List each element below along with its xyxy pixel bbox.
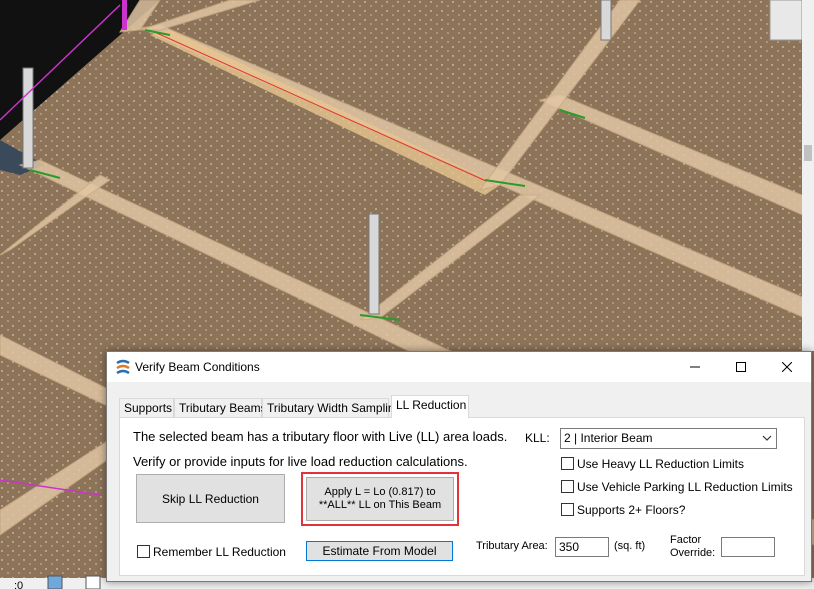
supports-floors-label: Supports 2+ Floors? [577, 503, 686, 517]
dialog-title: Verify Beam Conditions [135, 360, 260, 374]
remember-checkbox[interactable] [137, 545, 150, 558]
ll-reduction-panel: The selected beam has a tributary floor … [119, 417, 805, 576]
close-button[interactable] [765, 352, 809, 382]
scrollbar-thumb[interactable] [804, 145, 812, 161]
vehicle-parking-label: Use Vehicle Parking LL Reduction Limits [577, 480, 793, 494]
dialog-titlebar[interactable]: Verify Beam Conditions [107, 352, 811, 382]
info-line-2: Verify or provide inputs for live load r… [133, 454, 468, 469]
maximize-button[interactable] [719, 352, 763, 382]
status-fragment: :0 [14, 580, 23, 589]
heavy-ll-label: Use Heavy LL Reduction Limits [577, 457, 744, 471]
status-icon[interactable] [47, 575, 63, 589]
tab-tributary-beams[interactable]: Tributary Beams [174, 398, 267, 417]
chevron-down-icon [762, 435, 772, 441]
tributary-area-unit: (sq. ft) [614, 540, 646, 552]
app-logo-icon [116, 359, 130, 375]
info-line-1: The selected beam has a tributary floor … [133, 429, 508, 444]
tab-tributary-width-sampling[interactable]: Tributary Width Sampling [262, 398, 401, 417]
minimize-button[interactable] [673, 352, 717, 382]
apply-reduction-button[interactable]: Apply L = Lo (0.817) to **ALL** LL on Th… [306, 477, 454, 521]
heavy-ll-checkbox[interactable] [561, 457, 574, 470]
remember-label: Remember LL Reduction [153, 545, 286, 559]
factor-override-input[interactable] [721, 537, 775, 557]
apply-button-line-1: Apply L = Lo (0.817) to [324, 486, 436, 498]
tributary-area-label: Tributary Area: [476, 540, 548, 552]
maximize-icon [736, 362, 746, 372]
tributary-area-input[interactable]: 350 [555, 537, 609, 557]
skip-ll-reduction-button[interactable]: Skip LL Reduction [136, 474, 285, 523]
supports-floors-checkbox[interactable] [561, 503, 574, 516]
close-icon [782, 362, 792, 372]
tab-ll-reduction[interactable]: LL Reduction [391, 395, 469, 418]
estimate-from-model-button[interactable]: Estimate From Model [306, 541, 453, 561]
kll-label: KLL: [525, 431, 550, 445]
kll-select[interactable]: 2 | Interior Beam [560, 428, 777, 449]
minimize-icon [690, 366, 700, 368]
apply-button-line-2: **ALL** LL on This Beam [318, 499, 442, 511]
tab-supports[interactable]: Supports [119, 398, 174, 417]
highlight-box: Apply L = Lo (0.817) to **ALL** LL on Th… [301, 472, 459, 526]
status-icon[interactable] [85, 575, 101, 589]
vehicle-parking-checkbox[interactable] [561, 480, 574, 493]
factor-override-label-1: Factor [670, 534, 702, 546]
verify-beam-dialog: Verify Beam Conditions Supports Tributar… [106, 351, 812, 582]
kll-selected-value: 2 | Interior Beam [564, 431, 653, 445]
nav-widget[interactable] [769, 0, 803, 41]
factor-override-label-2: Override: [670, 547, 716, 559]
